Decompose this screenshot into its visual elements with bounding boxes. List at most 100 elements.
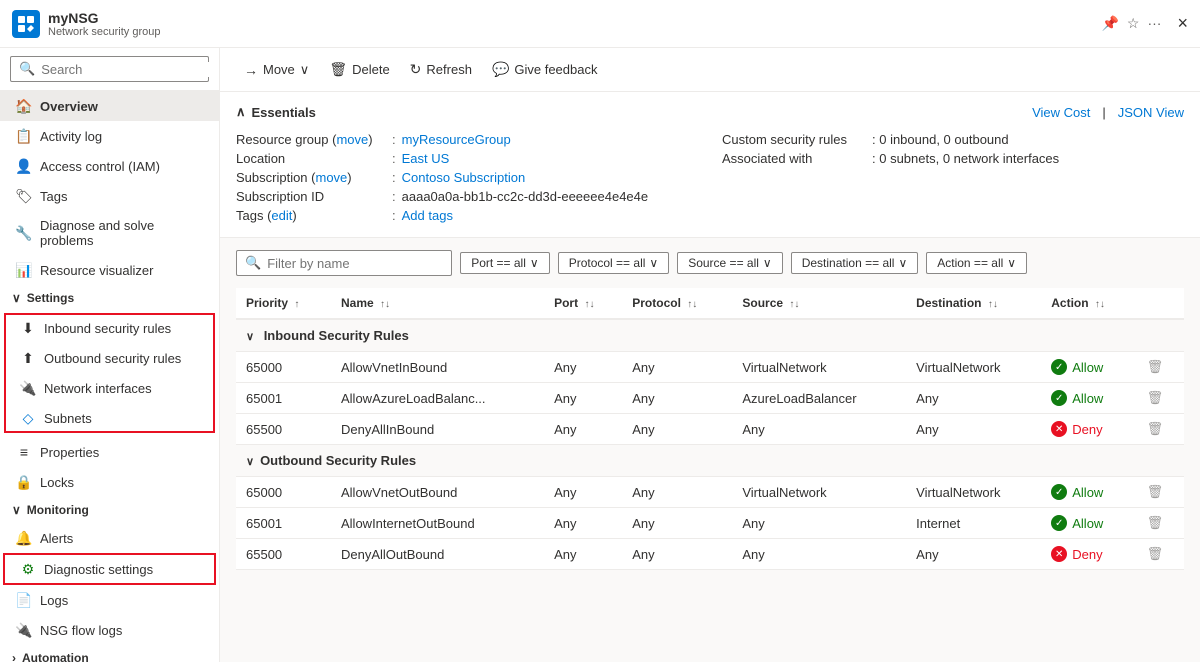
sidebar-search-box[interactable]: 🔍 « xyxy=(10,56,209,82)
table-row[interactable]: 65500 DenyAllInBound Any Any Any Any ✕ D… xyxy=(236,414,1184,445)
sidebar-item-alerts[interactable]: 🔔 Alerts xyxy=(0,523,219,553)
star-icon[interactable]: ☆ xyxy=(1127,15,1140,32)
settings-section-header[interactable]: ∨ Settings xyxy=(0,285,219,311)
cell-destination: Internet xyxy=(906,508,1041,539)
move-rg-link[interactable]: move xyxy=(336,132,368,147)
essentials-divider: | xyxy=(1102,105,1105,120)
sidebar-item-tags[interactable]: 🏷 Tags xyxy=(0,181,219,211)
sidebar-item-label: Alerts xyxy=(40,531,73,546)
sidebar-item-nsg-flow-logs[interactable]: 🔌 NSG flow logs xyxy=(0,615,219,645)
feedback-button[interactable]: 💬 Give feedback xyxy=(484,56,606,83)
filter-tag-action[interactable]: Action == all ∨ xyxy=(926,252,1027,274)
table-row[interactable]: 65000 AllowVnetInBound Any Any VirtualNe… xyxy=(236,352,1184,383)
sidebar-item-diagnostic-settings[interactable]: ⚙ Diagnostic settings xyxy=(4,554,215,584)
close-button[interactable]: × xyxy=(1177,13,1188,34)
cell-destination: Any xyxy=(906,383,1041,414)
sidebar-item-activity-log[interactable]: 📋 Activity log xyxy=(0,121,219,151)
sidebar-item-network-interfaces[interactable]: 🔌 Network interfaces xyxy=(4,373,215,403)
tags-value[interactable]: Add tags xyxy=(402,208,453,223)
cell-delete[interactable]: 🗑 xyxy=(1137,414,1184,445)
cell-delete[interactable]: 🗑 xyxy=(1137,477,1184,508)
alerts-icon: 🔔 xyxy=(16,530,32,546)
filter-tag-destination[interactable]: Destination == all ∨ xyxy=(791,252,919,274)
sidebar-item-label: Overview xyxy=(40,99,98,114)
sidebar-item-access-control[interactable]: 👤 Access control (IAM) xyxy=(0,151,219,181)
sidebar-item-subnets[interactable]: ◇ Subnets xyxy=(4,403,215,433)
filter-input[interactable] xyxy=(267,256,443,271)
table-row[interactable]: 65001 AllowAzureLoadBalanc... Any Any Az… xyxy=(236,383,1184,414)
cell-destination: VirtualNetwork xyxy=(906,352,1041,383)
cell-delete[interactable]: 🗑 xyxy=(1137,508,1184,539)
automation-section-header[interactable]: › Automation xyxy=(0,645,219,662)
delete-button[interactable]: 🗑 Delete xyxy=(321,56,397,83)
sidebar-item-logs[interactable]: 📄 Logs xyxy=(0,585,219,615)
essentials-label: Subscription (move) xyxy=(236,170,386,185)
outbound-section-row[interactable]: ∨Outbound Security Rules xyxy=(236,445,1184,477)
cell-action: ✓ Allow xyxy=(1041,508,1136,539)
search-input[interactable] xyxy=(41,62,217,77)
sidebar-item-inbound-rules[interactable]: ⬇ Inbound security rules xyxy=(4,313,215,343)
location-value[interactable]: East US xyxy=(402,151,450,166)
network-interfaces-icon: 🔌 xyxy=(20,380,36,396)
th-destination[interactable]: Destination ↑↓ xyxy=(906,288,1041,319)
row-delete-icon[interactable]: 🗑 xyxy=(1147,546,1164,561)
row-delete-icon[interactable]: 🗑 xyxy=(1147,484,1164,499)
table-row[interactable]: 65500 DenyAllOutBound Any Any Any Any ✕ … xyxy=(236,539,1184,570)
essentials-grid: Resource group (move) : myResourceGroup … xyxy=(236,130,1184,225)
th-name[interactable]: Name ↑↓ xyxy=(331,288,544,319)
pin-icon[interactable]: 📌 xyxy=(1101,15,1118,32)
inbound-section-row[interactable]: ∨ Inbound Security Rules xyxy=(236,319,1184,352)
monitoring-section-header[interactable]: ∨ Monitoring xyxy=(0,497,219,523)
move-button[interactable]: → Move ∨ xyxy=(236,57,317,83)
sidebar-item-outbound-rules[interactable]: ⬆ Outbound security rules xyxy=(4,343,215,373)
rg-value[interactable]: myResourceGroup xyxy=(402,132,511,147)
th-action[interactable]: Action ↑↓ xyxy=(1041,288,1136,319)
filter-tag-port[interactable]: Port == all ∨ xyxy=(460,252,550,274)
move-sub-link[interactable]: move xyxy=(315,170,347,185)
protocol-filter-label: Protocol == all xyxy=(569,256,646,270)
filter-input-box[interactable]: 🔍 xyxy=(236,250,452,276)
refresh-button[interactable]: ↻ Refresh xyxy=(402,56,480,83)
title-bar-actions: 📌 ☆ ··· xyxy=(1101,15,1161,32)
locks-icon: 🔒 xyxy=(16,474,32,490)
essentials-label: Location xyxy=(236,151,386,166)
row-delete-icon[interactable]: 🗑 xyxy=(1147,359,1164,374)
cell-destination: VirtualNetwork xyxy=(906,477,1041,508)
sidebar-item-locks[interactable]: 🔒 Locks xyxy=(0,467,219,497)
cell-priority: 65001 xyxy=(236,383,331,414)
sidebar-item-overview[interactable]: 🏠 Overview xyxy=(0,91,219,121)
table-row[interactable]: 65001 AllowInternetOutBound Any Any Any … xyxy=(236,508,1184,539)
view-cost-link[interactable]: View Cost xyxy=(1032,105,1090,120)
filter-tag-source[interactable]: Source == all ∨ xyxy=(677,252,783,274)
rules-table: Priority ↑ Name ↑↓ Port ↑↓ Protocol ↑↓ S… xyxy=(236,288,1184,570)
sidebar-item-resource-visualizer[interactable]: 📊 Resource visualizer xyxy=(0,255,219,285)
th-source[interactable]: Source ↑↓ xyxy=(732,288,906,319)
essentials-actions: View Cost | JSON View xyxy=(1032,105,1184,120)
sidebar-item-properties[interactable]: ≡ Properties xyxy=(0,437,219,467)
row-delete-icon[interactable]: 🗑 xyxy=(1147,390,1164,405)
sidebar-item-diagnose[interactable]: 🔧 Diagnose and solve problems xyxy=(0,211,219,255)
monitoring-chevron-icon: ∨ xyxy=(12,503,21,517)
table-row[interactable]: 65000 AllowVnetOutBound Any Any VirtualN… xyxy=(236,477,1184,508)
essentials-label: Tags (edit) xyxy=(236,208,386,223)
th-priority[interactable]: Priority ↑ xyxy=(236,288,331,319)
filter-tag-protocol[interactable]: Protocol == all ∨ xyxy=(558,252,670,274)
cell-delete[interactable]: 🗑 xyxy=(1137,383,1184,414)
edit-tags-link[interactable]: edit xyxy=(271,208,292,223)
row-delete-icon[interactable]: 🗑 xyxy=(1147,515,1164,530)
json-view-link[interactable]: JSON View xyxy=(1118,105,1184,120)
cell-source: AzureLoadBalancer xyxy=(732,383,906,414)
cell-delete[interactable]: 🗑 xyxy=(1137,539,1184,570)
cell-priority: 65001 xyxy=(236,508,331,539)
sidebar-item-label: Subnets xyxy=(44,411,92,426)
cell-action: ✓ Allow xyxy=(1041,383,1136,414)
th-protocol[interactable]: Protocol ↑↓ xyxy=(622,288,732,319)
filter-bar: 🔍 Port == all ∨ Protocol == all ∨ Source… xyxy=(236,250,1184,276)
cell-delete[interactable]: 🗑 xyxy=(1137,352,1184,383)
subscription-value[interactable]: Contoso Subscription xyxy=(402,170,526,185)
more-icon[interactable]: ··· xyxy=(1147,15,1161,32)
row-delete-icon[interactable]: 🗑 xyxy=(1147,421,1164,436)
diagnose-icon: 🔧 xyxy=(16,225,32,241)
th-port[interactable]: Port ↑↓ xyxy=(544,288,622,319)
destination-filter-label: Destination == all xyxy=(802,256,895,270)
